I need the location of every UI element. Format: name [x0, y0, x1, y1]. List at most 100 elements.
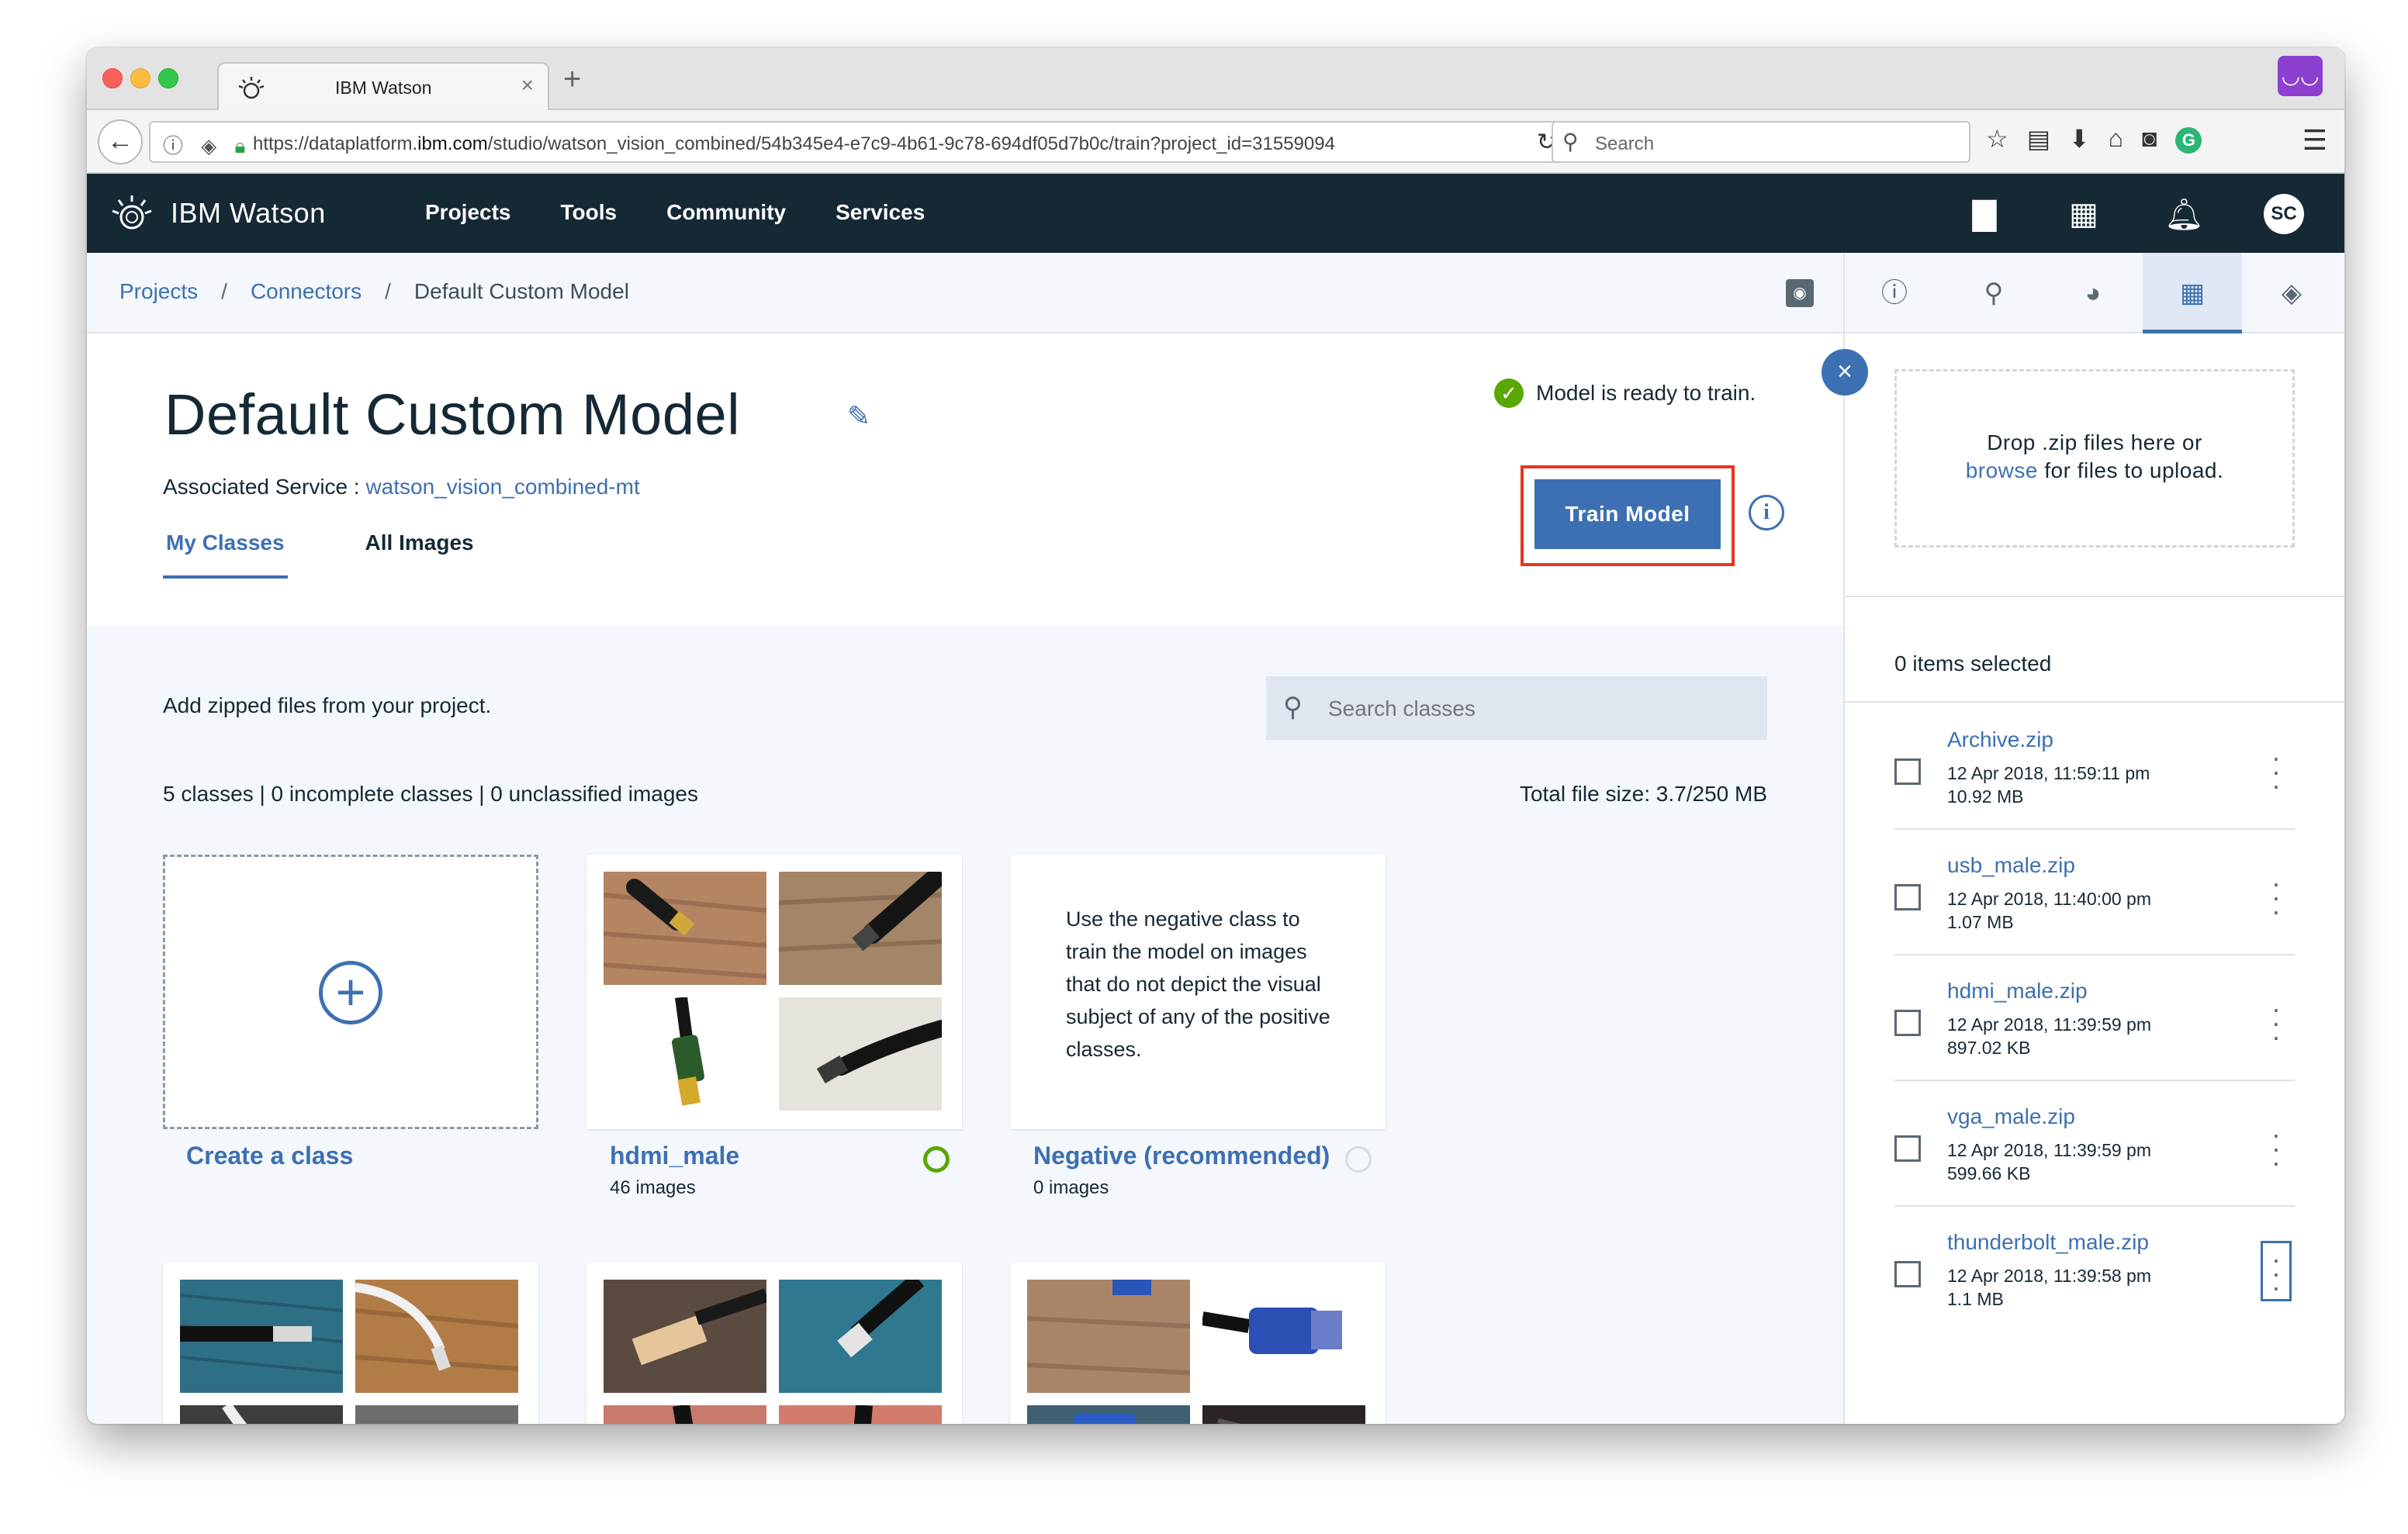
file-checkbox[interactable]: [1894, 1010, 1921, 1036]
class-thumbnail: [604, 872, 766, 985]
breadcrumb-projects[interactable]: Projects: [119, 279, 198, 303]
site-info-icons[interactable]: ⓘ ◈ 🔒︎: [163, 130, 251, 159]
tab-strip: IBM Watson × + ◡◡: [87, 48, 2344, 112]
catalog-grid-icon[interactable]: ▦: [2065, 196, 2102, 232]
maximize-window-button[interactable]: [158, 68, 178, 88]
file-checkbox[interactable]: [1894, 758, 1921, 785]
search-classes-field[interactable]: ⚲: [1266, 676, 1767, 740]
minimize-window-button[interactable]: [130, 68, 150, 88]
ready-status: ✓ Model is ready to train.: [1494, 378, 1756, 408]
class-card-vga-male[interactable]: [1010, 1263, 1386, 1424]
avatar[interactable]: SC: [2264, 194, 2304, 234]
class-thumbnail: [779, 872, 942, 985]
new-tab-button[interactable]: +: [563, 62, 581, 97]
file-name[interactable]: vga_male.zip: [1947, 1104, 2075, 1129]
nav-community[interactable]: Community: [666, 200, 786, 225]
file-row: usb_male.zip 12 Apr 2018, 11:40:00 pm 1.…: [1894, 830, 2295, 955]
notification-bell-icon[interactable]: 🔔︎: [2164, 196, 2204, 233]
close-icon[interactable]: ×: [1822, 349, 1868, 396]
search-classes-input[interactable]: [1328, 693, 1747, 724]
close-window-button[interactable]: [102, 68, 123, 88]
overflow-menu-icon[interactable]: · · ·: [2261, 995, 2292, 1051]
checkmark-icon: ✓: [1494, 378, 1524, 408]
navigation-bar: ← ⓘ ◈ 🔒︎ https://dataplatform.ibm.com/st…: [87, 110, 2344, 174]
pencil-icon[interactable]: ✎: [847, 400, 870, 433]
file-checkbox[interactable]: [1894, 1261, 1921, 1287]
info-panel-icon[interactable]: ⓘ: [1845, 253, 1944, 333]
tab-my-classes[interactable]: My Classes: [163, 530, 288, 579]
class-thumbnail: [355, 1405, 518, 1424]
browse-link[interactable]: browse: [1966, 458, 2038, 482]
browser-search-input[interactable]: ⚲ Search: [1552, 121, 1970, 163]
class-card-hdmi-male[interactable]: [586, 855, 962, 1129]
class-card-thunderbolt-male[interactable]: [586, 1263, 962, 1424]
explore-compass-icon[interactable]: ◈: [2242, 253, 2341, 333]
overflow-menu-icon[interactable]: · · ·: [2261, 1121, 2292, 1176]
breadcrumb-bar: Projects / Connectors / Default Custom Model…: [87, 253, 1843, 333]
overflow-menu-icon[interactable]: · · ·: [2261, 744, 2292, 800]
tab-all-images[interactable]: All Images: [362, 530, 477, 579]
train-model-button[interactable]: Train Model: [1534, 479, 1721, 549]
overflow-menu-icon[interactable]: · · ·: [2261, 869, 2292, 925]
breadcrumb-connectors[interactable]: Connectors: [251, 279, 362, 303]
download-icon[interactable]: ⬇: [2069, 124, 2090, 160]
class-name-negative[interactable]: Negative (recommended): [1033, 1142, 1330, 1170]
hamburger-menu-icon[interactable]: ☰: [2302, 124, 2327, 157]
watson-logo-icon[interactable]: [110, 192, 154, 236]
file-date: 12 Apr 2018, 11:40:00 pm: [1947, 889, 2151, 909]
tab-title: IBM Watson: [335, 78, 432, 98]
file-name[interactable]: hdmi_male.zip: [1947, 979, 2088, 1004]
class-thumbnail: [604, 997, 766, 1111]
lock-icon: 🔒︎: [234, 134, 252, 157]
file-size: 10.92 MB: [1947, 786, 2024, 807]
data-assets-icon[interactable]: ◕: [2043, 253, 2143, 333]
class-card-usb-male[interactable]: [163, 1263, 538, 1424]
reading-list-icon[interactable]: ▤: [2027, 124, 2050, 160]
file-size: 1.07 MB: [1947, 912, 2014, 932]
associated-service-link[interactable]: watson_vision_combined-mt: [365, 475, 639, 499]
file-name[interactable]: usb_male.zip: [1947, 853, 2075, 878]
url-bar[interactable]: ⓘ ◈ 🔒︎ https://dataplatform.ibm.com/stud…: [149, 121, 1572, 163]
total-file-size: Total file size: 3.7/250 MB: [1519, 782, 1767, 806]
document-icon[interactable]: ▇: [1966, 196, 2003, 232]
file-checkbox[interactable]: [1894, 1135, 1921, 1162]
browser-tab[interactable]: IBM Watson ×: [217, 62, 549, 112]
class-card-negative[interactable]: Use the negative class to train the mode…: [1010, 855, 1386, 1129]
nav-tools[interactable]: Tools: [561, 200, 618, 225]
file-checkbox[interactable]: [1894, 884, 1921, 910]
associated-service-label: Associated Service :: [163, 475, 366, 499]
class-thumbnail: [1027, 1280, 1190, 1393]
overflow-menu-icon[interactable]: · · ·: [2261, 1241, 2292, 1301]
search-icon: ⚲: [1283, 693, 1303, 722]
tab-close-icon[interactable]: ×: [521, 73, 534, 98]
url-text[interactable]: https://dataplatform.ibm.com/studio/wats…: [253, 133, 1417, 155]
files-panel-icon[interactable]: ▦: [2143, 253, 2242, 333]
model-header: Default Custom Model ✎ Associated Servic…: [87, 333, 1843, 627]
file-row: Archive.zip 12 Apr 2018, 11:59:11 pm 10.…: [1894, 704, 2295, 830]
bookmark-star-icon[interactable]: ☆: [1986, 124, 2008, 160]
upload-dropzone[interactable]: Drop .zip files here or browse for files…: [1894, 369, 2295, 548]
back-icon[interactable]: ←: [98, 119, 143, 164]
pocket-icon[interactable]: ◙: [2142, 124, 2157, 160]
class-thumbnail: [1202, 1405, 1365, 1424]
file-date: 12 Apr 2018, 11:59:11 pm: [1947, 763, 2150, 783]
nav-services[interactable]: Services: [836, 200, 925, 225]
info-icon[interactable]: i: [1749, 495, 1784, 530]
plus-icon[interactable]: +: [319, 961, 382, 1024]
create-class-card[interactable]: +: [163, 855, 538, 1129]
settings-panel-icon[interactable]: ◉: [1786, 279, 1814, 307]
file-name[interactable]: thunderbolt_male.zip: [1947, 1230, 2149, 1255]
nav-projects[interactable]: Projects: [425, 200, 511, 225]
home-icon[interactable]: ⌂: [2109, 124, 2123, 160]
find-data-icon[interactable]: ⚲: [1944, 253, 2043, 333]
class-thumbnail: [1202, 1280, 1365, 1393]
class-thumbnail: [355, 1280, 518, 1393]
extension-mask-icon[interactable]: ◡◡: [2278, 56, 2323, 96]
url-host: ibm.com: [417, 133, 488, 154]
class-name-hdmi-male[interactable]: hdmi_male: [610, 1142, 739, 1170]
file-name[interactable]: Archive.zip: [1947, 727, 2053, 752]
grammarly-icon[interactable]: G: [2175, 127, 2202, 154]
brand-name[interactable]: IBM Watson: [171, 197, 326, 230]
create-class-label[interactable]: Create a class: [186, 1142, 353, 1170]
class-thumbnail: [180, 1405, 343, 1424]
